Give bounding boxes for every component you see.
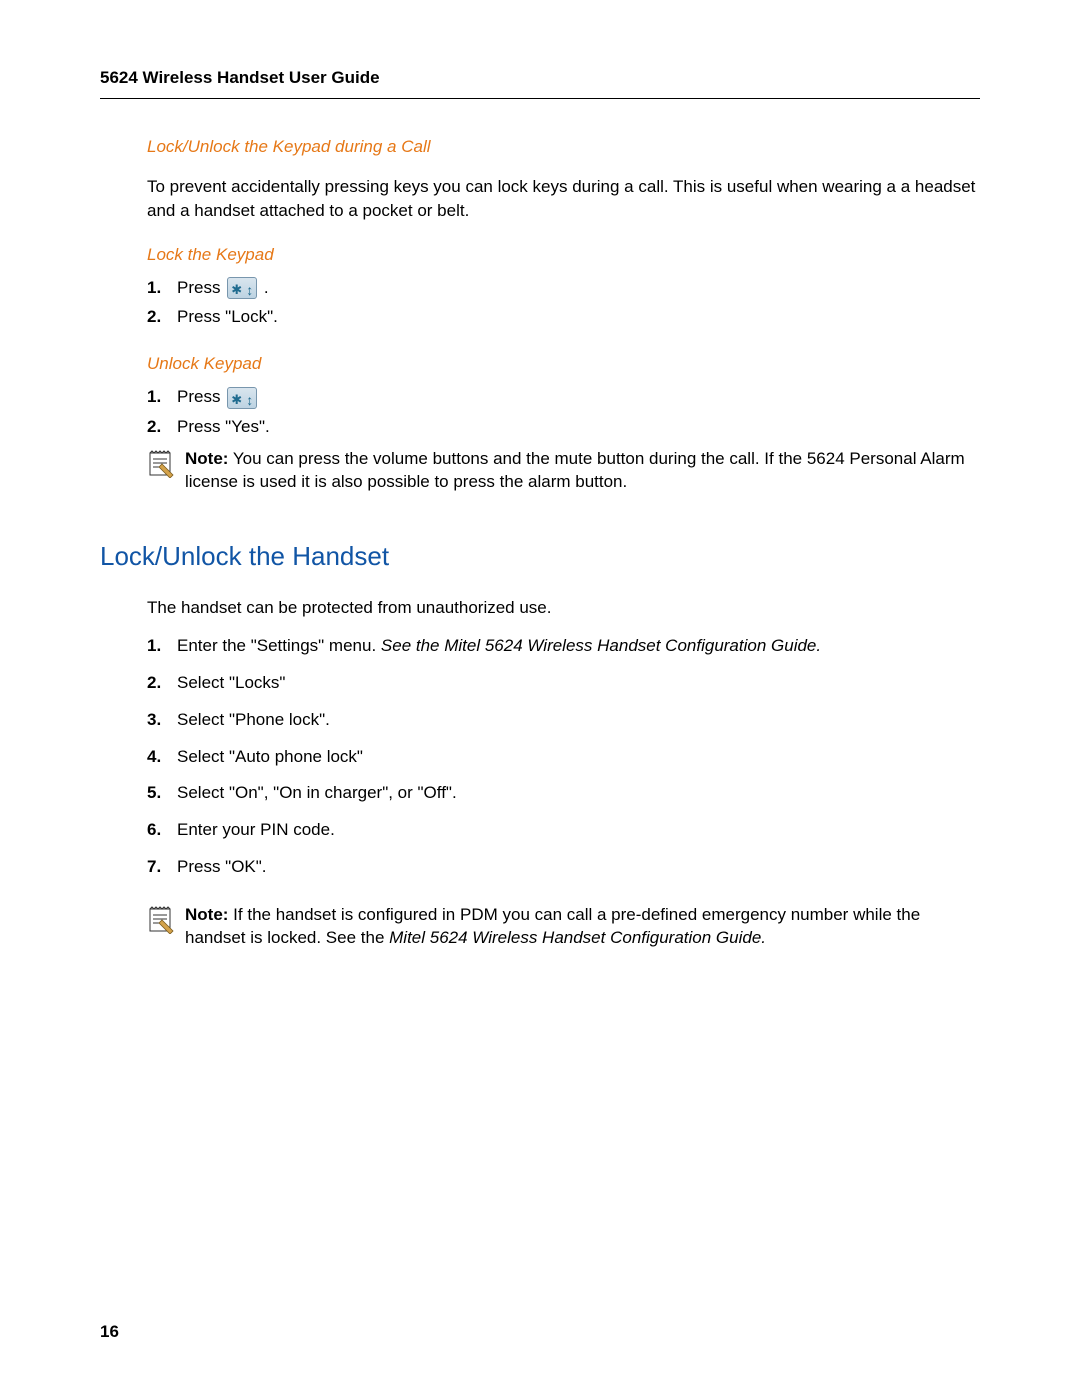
page-number: 16 bbox=[100, 1322, 119, 1342]
step-text: Select "Auto phone lock" bbox=[177, 747, 363, 766]
list-item: 2. Press "Yes". bbox=[147, 412, 980, 442]
list-item: 6. Enter your PIN code. bbox=[147, 818, 980, 855]
body-paragraph: The handset can be protected from unauth… bbox=[147, 596, 980, 620]
step-text: Press bbox=[177, 278, 225, 297]
list-item: 1. Enter the "Settings" menu. See the Mi… bbox=[147, 634, 980, 671]
step-text: Press "Yes". bbox=[177, 417, 270, 436]
ordered-list-unlock: 1. Press 2. Press "Yes". bbox=[147, 382, 980, 442]
ordered-list-handset: 1. Enter the "Settings" menu. See the Mi… bbox=[147, 634, 980, 892]
step-text: Enter the "Settings" menu. bbox=[177, 636, 381, 655]
list-item: 5. Select "On", "On in charger", or "Off… bbox=[147, 781, 980, 818]
step-text-suffix: . bbox=[264, 278, 269, 297]
note-icon bbox=[147, 450, 175, 478]
reference-title: See the Mitel 5624 Wireless Handset Conf… bbox=[381, 636, 821, 655]
ordered-list-lock: 1. Press . 2. Press "Lock". bbox=[147, 273, 980, 333]
note-label: Note: bbox=[185, 905, 228, 924]
list-item: 7. Press "OK". bbox=[147, 855, 980, 892]
step-text: Select "On", "On in charger", or "Off". bbox=[177, 783, 457, 802]
step-text: Select "Phone lock". bbox=[177, 710, 330, 729]
list-item: 1. Press bbox=[147, 382, 980, 412]
subsection-heading-lock-keypad: Lock the Keypad bbox=[147, 245, 980, 265]
note-icon bbox=[147, 906, 175, 934]
list-item: 2. Press "Lock". bbox=[147, 302, 980, 332]
star-key-icon bbox=[227, 277, 257, 299]
list-item: 3. Select "Phone lock". bbox=[147, 708, 980, 745]
star-key-icon bbox=[227, 387, 257, 409]
list-item: 2. Select "Locks" bbox=[147, 671, 980, 708]
list-item: 4. Select "Auto phone lock" bbox=[147, 745, 980, 782]
body-paragraph: To prevent accidentally pressing keys yo… bbox=[147, 175, 980, 223]
note-text: Note: You can press the volume buttons a… bbox=[185, 448, 980, 494]
document-header: 5624 Wireless Handset User Guide bbox=[100, 68, 980, 99]
list-item: 1. Press . bbox=[147, 273, 980, 303]
note-text: Note: If the handset is configured in PD… bbox=[185, 904, 980, 950]
subsection-heading-unlock-keypad: Unlock Keypad bbox=[147, 354, 980, 374]
step-text: Press "Lock". bbox=[177, 307, 278, 326]
step-text: Press bbox=[177, 387, 225, 406]
reference-title: Mitel 5624 Wireless Handset Configuratio… bbox=[389, 928, 766, 947]
note-block: Note: You can press the volume buttons a… bbox=[147, 448, 980, 494]
subsection-heading-lock-unlock-call: Lock/Unlock the Keypad during a Call bbox=[147, 137, 980, 157]
step-text: Enter your PIN code. bbox=[177, 820, 335, 839]
note-body: You can press the volume buttons and the… bbox=[185, 449, 965, 491]
note-label: Note: bbox=[185, 449, 228, 468]
note-block: Note: If the handset is configured in PD… bbox=[147, 904, 980, 950]
section-heading-lock-unlock-handset: Lock/Unlock the Handset bbox=[100, 541, 980, 572]
step-text: Select "Locks" bbox=[177, 673, 285, 692]
step-text: Press "OK". bbox=[177, 857, 267, 876]
